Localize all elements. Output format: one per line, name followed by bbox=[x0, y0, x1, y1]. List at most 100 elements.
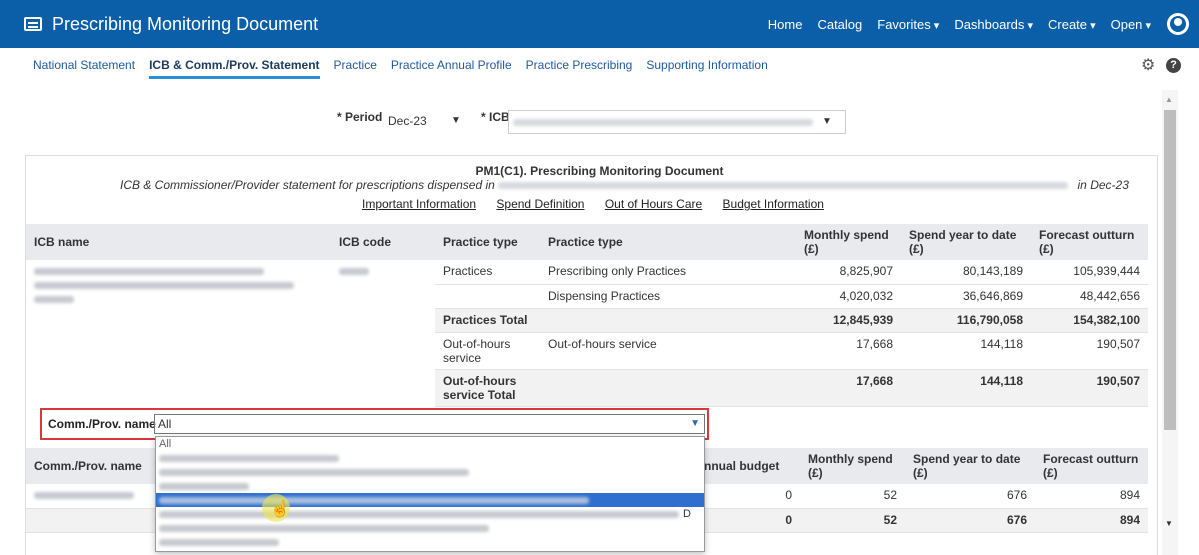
ytd-spend-cell: 676 bbox=[905, 484, 1035, 509]
nav-dashboards[interactable]: Dashboards bbox=[954, 17, 1033, 32]
dropdown-option[interactable] bbox=[156, 479, 704, 493]
dropdown-option[interactable] bbox=[156, 465, 704, 479]
table-row: Practices Prescribing only Practices 8,8… bbox=[26, 260, 1148, 304]
icb-code-cell bbox=[331, 260, 435, 406]
nav-create[interactable]: Create bbox=[1048, 17, 1096, 32]
tab-icb-statement[interactable]: ICB & Comm./Prov. Statement bbox=[149, 58, 320, 79]
ytd-spend-cell: 676 bbox=[905, 508, 1035, 533]
monthly-spend-cell: 4,020,032 bbox=[796, 284, 901, 309]
forecast-cell: 48,442,656 bbox=[1031, 284, 1148, 309]
column-header: ICB name bbox=[26, 224, 331, 260]
dropdown-option[interactable] bbox=[156, 521, 704, 535]
monthly-spend-cell: 52 bbox=[800, 484, 905, 509]
period-select[interactable]: Dec-23 ▼ bbox=[384, 110, 474, 134]
chevron-down-icon: ▼ bbox=[822, 116, 832, 127]
document-subtitle: ICB & Commissioner/Provider statement fo… bbox=[120, 178, 1129, 192]
tab-bar: National Statement ICB & Comm./Prov. Sta… bbox=[33, 58, 782, 79]
link-important-information[interactable]: Important Information bbox=[362, 197, 476, 211]
help-icon[interactable]: ? bbox=[1166, 58, 1181, 73]
column-header: Spend year to date (£) bbox=[905, 448, 1035, 484]
practice-subtype-cell bbox=[540, 369, 796, 407]
column-header: Monthly spend (£) bbox=[800, 448, 905, 484]
user-icon[interactable] bbox=[1167, 13, 1189, 35]
forecast-cell: 894 bbox=[1035, 484, 1148, 509]
icb-label: * ICB bbox=[481, 110, 510, 124]
nav-home[interactable]: Home bbox=[768, 17, 803, 32]
nav-favorites[interactable]: Favorites bbox=[877, 17, 939, 32]
dropdown-option-highlighted[interactable] bbox=[156, 493, 704, 507]
ytd-spend-cell: 144,118 bbox=[901, 369, 1031, 407]
practice-subtype-cell: Prescribing only Practices bbox=[540, 260, 796, 285]
column-header: nnual budget bbox=[696, 448, 800, 484]
chevron-down-icon: ▼ bbox=[690, 418, 700, 429]
chevron-down-icon: ▼ bbox=[451, 115, 461, 126]
ytd-spend-cell: 116,790,058 bbox=[901, 308, 1031, 333]
monthly-spend-cell: 17,668 bbox=[796, 332, 901, 370]
scroll-down-icon[interactable]: ▼ bbox=[1165, 519, 1173, 528]
monthly-spend-cell: 8,825,907 bbox=[796, 260, 901, 285]
column-header: Forecast outturn (£) bbox=[1031, 224, 1148, 260]
scroll-up-icon[interactable]: ▲ bbox=[1165, 95, 1173, 104]
practice-subtype-cell bbox=[540, 308, 796, 333]
monthly-spend-cell: 17,668 bbox=[796, 369, 901, 407]
practice-type-cell: Practices Total bbox=[435, 308, 540, 333]
ytd-spend-cell: 80,143,189 bbox=[901, 260, 1031, 285]
practice-subtype-cell: Dispensing Practices bbox=[540, 284, 796, 309]
dropdown-option[interactable]: D bbox=[156, 507, 704, 521]
comm-prov-value: All bbox=[158, 417, 172, 431]
tab-national-statement[interactable]: National Statement bbox=[33, 58, 135, 79]
gear-icon[interactable]: ⚙ bbox=[1141, 58, 1156, 74]
comm-prov-label: Comm./Prov. name bbox=[48, 417, 156, 431]
forecast-cell: 105,939,444 bbox=[1031, 260, 1148, 285]
icb-name-cell bbox=[26, 260, 331, 406]
tab-practice-prescribing[interactable]: Practice Prescribing bbox=[526, 58, 633, 79]
dropdown-option-all[interactable]: All bbox=[156, 437, 704, 451]
comm-prov-select[interactable]: All ▼ bbox=[154, 414, 705, 434]
forecast-cell: 190,507 bbox=[1031, 332, 1148, 370]
tab-supporting-information[interactable]: Supporting Information bbox=[646, 58, 767, 79]
column-header: Forecast outturn (£) bbox=[1035, 448, 1148, 484]
link-out-of-hours-care[interactable]: Out of Hours Care bbox=[605, 197, 702, 211]
dropdown-option[interactable] bbox=[156, 451, 704, 465]
monthly-spend-cell: 12,845,939 bbox=[796, 308, 901, 333]
nav-catalog[interactable]: Catalog bbox=[817, 17, 862, 32]
column-header: Monthly spend (£) bbox=[796, 224, 901, 260]
hand-pointer-icon: ☝ bbox=[270, 501, 290, 518]
app-title: Prescribing Monitoring Document bbox=[52, 13, 319, 34]
icb-select[interactable]: ▼ bbox=[508, 110, 846, 134]
tab-practice-annual-profile[interactable]: Practice Annual Profile bbox=[391, 58, 512, 79]
icb-spend-table: ICB name ICB code Practice type Practice… bbox=[26, 224, 1148, 407]
comm-prov-dropdown-list[interactable]: All D bbox=[155, 436, 705, 552]
info-links: Important Information Spend Definition O… bbox=[362, 197, 841, 211]
period-value: Dec-23 bbox=[388, 114, 427, 128]
tab-practice[interactable]: Practice bbox=[334, 58, 377, 79]
annual-budget-cell: 0 bbox=[696, 508, 800, 533]
forecast-cell: 154,382,100 bbox=[1031, 308, 1148, 333]
practice-type-cell: Out-of-hours service Total bbox=[435, 369, 540, 407]
column-header: ICB code bbox=[331, 224, 435, 260]
ytd-spend-cell: 144,118 bbox=[901, 332, 1031, 370]
table-header-row: ICB name ICB code Practice type Practice… bbox=[26, 224, 1148, 260]
link-spend-definition[interactable]: Spend Definition bbox=[496, 197, 584, 211]
column-header: Spend year to date (£) bbox=[901, 224, 1031, 260]
practice-type-cell: Out-of-hours service bbox=[435, 332, 540, 370]
dropdown-option[interactable] bbox=[156, 535, 704, 549]
top-header-bar: Prescribing Monitoring Document Home Cat… bbox=[0, 0, 1199, 48]
practice-type-cell: Practices bbox=[435, 260, 540, 285]
forecast-cell: 190,507 bbox=[1031, 369, 1148, 407]
forecast-cell: 894 bbox=[1035, 508, 1148, 533]
column-header: Practice type bbox=[435, 224, 540, 260]
column-header: Practice type bbox=[540, 224, 796, 260]
header-nav: Home Catalog Favorites Dashboards Create… bbox=[753, 17, 1151, 32]
nav-open[interactable]: Open bbox=[1111, 17, 1151, 32]
monitor-icon bbox=[24, 17, 42, 31]
link-budget-information[interactable]: Budget Information bbox=[723, 197, 824, 211]
practice-type-cell bbox=[435, 284, 540, 309]
monthly-spend-cell: 52 bbox=[800, 508, 905, 533]
scrollbar-thumb[interactable] bbox=[1164, 110, 1176, 430]
period-label: * Period bbox=[337, 110, 383, 124]
annual-budget-cell: 0 bbox=[696, 484, 800, 509]
document-title: PM1(C1). Prescribing Monitoring Document bbox=[475, 164, 724, 178]
ytd-spend-cell: 36,646,869 bbox=[901, 284, 1031, 309]
practice-subtype-cell: Out-of-hours service bbox=[540, 332, 796, 370]
